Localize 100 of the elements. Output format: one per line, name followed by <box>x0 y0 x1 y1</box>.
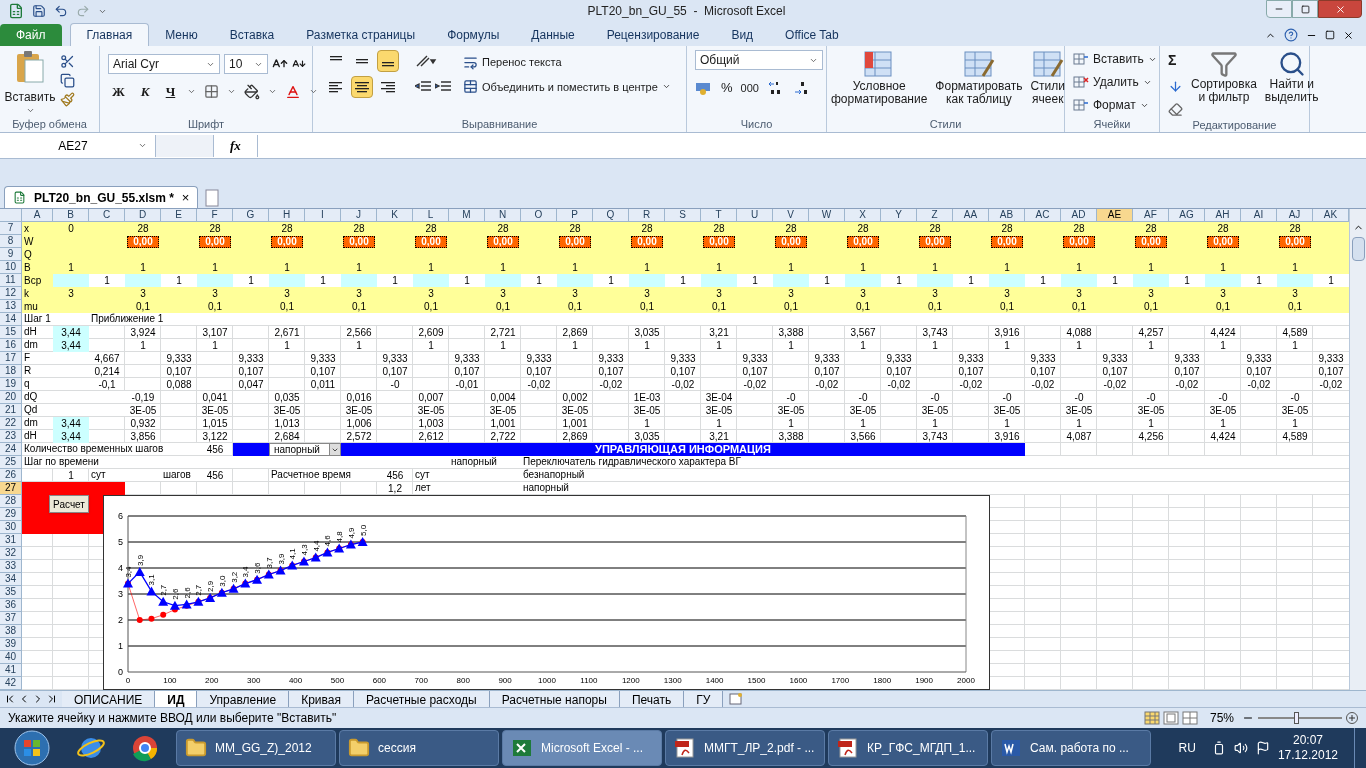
cells-button[interactable]: Формат <box>1073 96 1157 114</box>
orientation-icon[interactable] <box>415 54 437 68</box>
row-header[interactable]: 18 <box>0 365 22 378</box>
minimize-button[interactable] <box>1266 0 1292 18</box>
close-tab-button[interactable]: × <box>181 187 190 208</box>
column-header[interactable]: M <box>449 209 485 221</box>
column-header[interactable]: B <box>53 209 89 221</box>
column-header[interactable]: D <box>125 209 161 221</box>
column-header[interactable]: AG <box>1169 209 1205 221</box>
font-size-field[interactable]: 10 <box>224 54 268 74</box>
column-header[interactable]: A <box>22 209 53 221</box>
thousands-button[interactable]: 000 <box>740 79 759 96</box>
underline-button[interactable]: Ч <box>161 82 180 102</box>
row-header[interactable]: 12 <box>0 287 22 300</box>
column-header[interactable]: V <box>773 209 809 221</box>
wrap-text-button[interactable]: Перенос текста <box>463 54 671 71</box>
taskbar-item[interactable]: MM_GG_Z)_2012 <box>176 730 336 766</box>
fill-icon[interactable] <box>1168 79 1183 94</box>
scroll-thumb[interactable] <box>1351 237 1365 261</box>
percent-button[interactable]: % <box>721 78 733 98</box>
column-header[interactable]: Q <box>593 209 629 221</box>
decrease-indent-icon[interactable] <box>415 80 431 94</box>
taskbar-item[interactable]: сессия <box>339 730 499 766</box>
clock-date[interactable]: 17.12.2012 <box>1277 748 1338 763</box>
row-header[interactable]: 19 <box>0 378 22 391</box>
row-header[interactable]: 40 <box>0 651 22 664</box>
cells-button[interactable]: Удалить <box>1073 73 1157 91</box>
row-header[interactable]: 15 <box>0 326 22 339</box>
sheet-tab[interactable]: ОПИСАНИЕ <box>62 690 156 708</box>
row-header[interactable]: 21 <box>0 404 22 417</box>
column-header[interactable]: L <box>413 209 449 221</box>
column-header[interactable]: AI <box>1241 209 1277 221</box>
row-header[interactable]: 8 <box>0 235 22 248</box>
excel-icon[interactable] <box>8 3 24 19</box>
column-header[interactable]: AJ <box>1277 209 1313 221</box>
merge-center-button[interactable]: Объединить и поместить в центре <box>463 78 671 95</box>
styles-button[interactable]: Условное форматирование <box>831 50 928 106</box>
browser-icon[interactable] <box>130 733 160 763</box>
ribbon-tab[interactable]: Главная <box>69 23 150 46</box>
help-icon[interactable] <box>1284 28 1298 42</box>
column-header[interactable]: E <box>161 209 197 221</box>
row-header[interactable]: 9 <box>0 248 22 261</box>
ribbon-tab[interactable]: Формулы <box>431 24 516 46</box>
row-header[interactable]: 38 <box>0 625 22 638</box>
ribbon-tab[interactable]: Office Tab <box>769 24 855 46</box>
sheet-tab[interactable]: Печать <box>619 690 685 708</box>
zoom-in-icon[interactable] <box>1346 712 1358 724</box>
zoom-thumb[interactable] <box>1293 712 1299 724</box>
sheet-tab[interactable]: ИД <box>155 690 198 708</box>
cut-icon[interactable] <box>60 54 75 69</box>
language-indicator[interactable]: RU <box>1178 739 1196 757</box>
row-header[interactable]: 25 <box>0 456 22 469</box>
taskbar-item[interactable]: ММГТ_ЛР_2.pdf - ... <box>665 730 825 766</box>
font-color-icon[interactable] <box>285 83 302 100</box>
row-header[interactable]: 41 <box>0 664 22 677</box>
row-header[interactable]: 39 <box>0 638 22 651</box>
flag-icon[interactable] <box>1255 741 1270 755</box>
row-header[interactable]: 16 <box>0 339 22 352</box>
sheet-tab[interactable]: ГУ <box>684 690 724 708</box>
column-header[interactable]: AE <box>1097 209 1133 221</box>
page-layout-icon[interactable] <box>1162 711 1179 725</box>
row-header[interactable]: 22 <box>0 417 22 430</box>
clock-time[interactable]: 20:07 <box>1292 733 1323 748</box>
ribbon-tab[interactable]: Вид <box>715 24 770 46</box>
ribbon-tab[interactable]: Разметка страницы <box>290 24 432 46</box>
row-header[interactable]: 33 <box>0 560 22 573</box>
ribbon-tab[interactable]: Данные <box>515 24 591 46</box>
column-header[interactable]: AF <box>1133 209 1169 221</box>
normal-view-icon[interactable] <box>1143 711 1160 725</box>
column-header[interactable]: K <box>377 209 413 221</box>
row-header[interactable]: 11 <box>0 274 22 287</box>
restore-icon[interactable] <box>1325 30 1335 40</box>
undo-icon[interactable] <box>54 4 68 18</box>
column-header[interactable]: I <box>305 209 341 221</box>
vertical-scrollbar[interactable] <box>1349 209 1366 690</box>
column-header[interactable]: O <box>521 209 557 221</box>
run-button[interactable]: Расчет <box>49 495 89 513</box>
column-header[interactable]: P <box>557 209 593 221</box>
formula-bar-handle[interactable] <box>156 134 214 157</box>
align-icon[interactable] <box>351 76 373 98</box>
zoom-level[interactable]: 75% <box>1209 709 1234 727</box>
paste-button[interactable]: Вставить <box>4 50 56 115</box>
column-header[interactable]: AC <box>1025 209 1061 221</box>
column-header[interactable]: X <box>845 209 881 221</box>
column-header[interactable]: R <box>629 209 665 221</box>
row-header[interactable]: 14 <box>0 313 22 326</box>
first-sheet-icon[interactable] <box>4 693 16 705</box>
column-header[interactable]: AA <box>953 209 989 221</box>
ribbon-tab[interactable]: Меню <box>149 24 214 46</box>
row-header[interactable]: 32 <box>0 547 22 560</box>
editing-button[interactable]: Сортировка и фильтр <box>1191 50 1257 104</box>
ribbon-tab[interactable]: Рецензирование <box>590 24 716 46</box>
styles-button[interactable]: Форматировать как таблицу <box>935 50 1023 106</box>
close-icon[interactable] <box>1343 29 1354 41</box>
maximize-button[interactable] <box>1292 0 1318 18</box>
column-header[interactable]: Y <box>881 209 917 221</box>
currency-icon[interactable] <box>695 80 713 95</box>
taskbar-item[interactable]: КР_ГФС_МГДП_1... <box>828 730 988 766</box>
column-header[interactable]: AB <box>989 209 1025 221</box>
row-header[interactable]: 13 <box>0 300 22 313</box>
